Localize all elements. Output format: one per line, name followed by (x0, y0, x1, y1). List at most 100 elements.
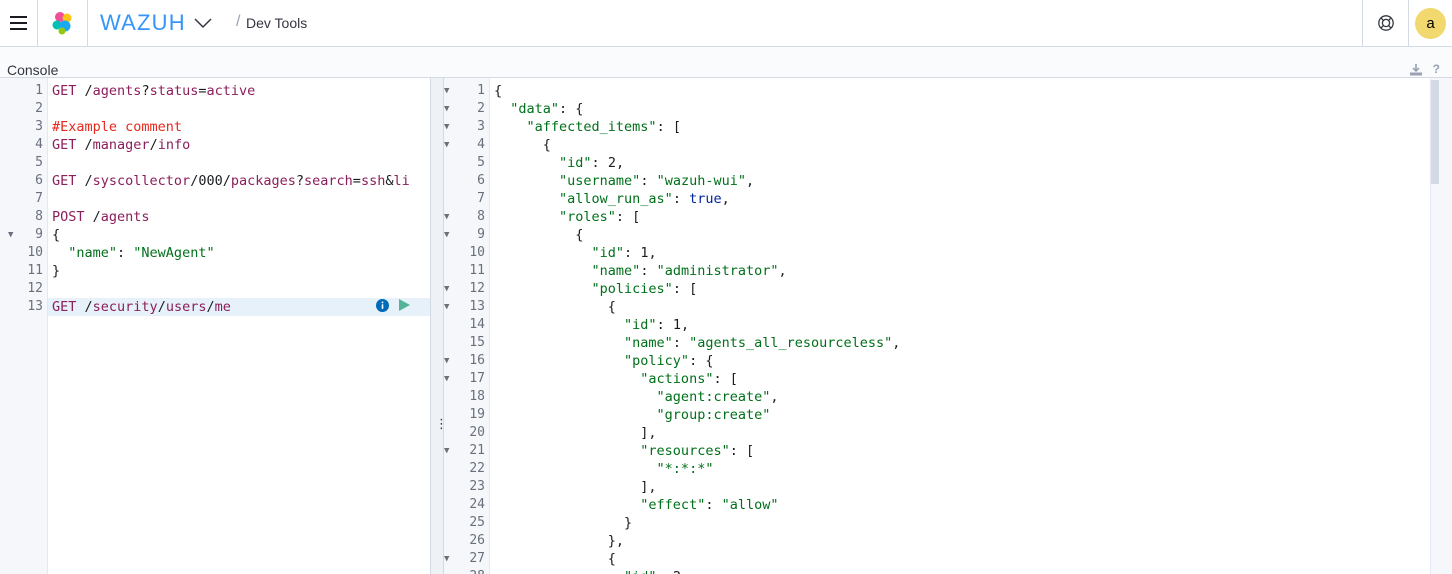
code-token: : (640, 173, 657, 189)
code-token: packages (230, 173, 296, 189)
home-logo-button[interactable] (38, 0, 88, 46)
code-token: "id" (494, 245, 625, 261)
line-number: 3 (35, 119, 43, 134)
code-line[interactable]: } (494, 514, 632, 532)
code-token: users (165, 299, 207, 315)
line-number: 8 (35, 209, 43, 224)
code-line[interactable]: ], (494, 478, 656, 496)
code-line[interactable]: "id": 1, (494, 244, 657, 262)
resize-handle[interactable]: ⋮ (430, 78, 448, 574)
code-token: : [ (729, 443, 755, 459)
code-token: : (117, 245, 134, 261)
info-icon[interactable] (376, 298, 389, 312)
code-line[interactable]: "policy": { (494, 352, 713, 370)
code-line[interactable]: "name": "administrator", (494, 262, 787, 280)
code-line[interactable]: "group:create" (494, 406, 771, 424)
code-line[interactable]: "agent:create", (494, 388, 779, 406)
code-line[interactable]: { (494, 550, 616, 568)
code-token: = (198, 83, 207, 99)
code-line[interactable]: "data": { (494, 100, 583, 118)
help-button[interactable] (1362, 0, 1408, 46)
code-token: "data" (494, 101, 560, 117)
code-token: agents (100, 209, 150, 225)
code-token: #Example comment (52, 119, 183, 135)
code-line[interactable]: "name": "agents_all_resourceless", (494, 334, 900, 352)
code-line[interactable]: { (494, 298, 616, 316)
brand-name: WAZUH (100, 10, 186, 35)
brand-menu[interactable]: WAZUH (100, 0, 212, 46)
response-scrollbar-thumb[interactable] (1431, 80, 1439, 184)
code-line[interactable]: POST /agents (52, 208, 150, 226)
code-line[interactable]: #Example comment (52, 118, 182, 136)
user-menu-button[interactable]: a (1408, 0, 1452, 46)
line-number: 1 (477, 83, 485, 98)
code-token: "NewAgent" (133, 245, 215, 261)
code-token: ], (494, 425, 657, 441)
code-token: }, (494, 533, 625, 549)
line-number: 13 (27, 299, 43, 314)
menu-button[interactable] (0, 0, 38, 46)
line-number: 11 (469, 263, 485, 278)
devtools-toolbar: Console ? (0, 47, 1452, 78)
code-line[interactable]: { (494, 136, 551, 154)
code-token: , (615, 155, 625, 171)
code-token: search (304, 173, 353, 189)
code-line[interactable]: "effect": "allow" (494, 496, 778, 514)
code-line[interactable]: { (52, 226, 60, 244)
line-number: 4 (35, 137, 43, 152)
code-line[interactable]: }, (494, 532, 624, 550)
line-number: 28 (444, 568, 485, 574)
code-token: GET (52, 173, 77, 189)
code-line[interactable]: "policies": [ (494, 280, 698, 298)
response-editor[interactable]: ▼ 1{▼ 2 "data": {▼ 3 "affected_items": [▼ 4 … (444, 78, 1430, 574)
code-line[interactable]: ], (494, 424, 657, 442)
avatar: a (1415, 7, 1446, 39)
code-token: ssh (360, 173, 386, 189)
line-number: 9 (477, 227, 485, 242)
line-number: 24 (469, 497, 485, 512)
code-token: / (157, 299, 166, 315)
line-number: 14 (469, 317, 485, 332)
code-line[interactable]: "id": 2, (494, 154, 624, 172)
line-number: 11 (27, 263, 43, 278)
code-token: "effect" (494, 497, 706, 513)
code-line[interactable]: GET /syscollector/000/packages?search=ss… (52, 172, 410, 190)
line-number: 5 (477, 155, 485, 170)
code-line[interactable]: "id": 1, (494, 316, 689, 334)
code-line[interactable]: "id": 2 (494, 568, 681, 574)
code-token: { (494, 551, 616, 567)
code-line[interactable]: "name": "NewAgent" (52, 244, 215, 262)
code-line[interactable]: "*:*:*" (494, 460, 714, 478)
download-icon[interactable] (1409, 63, 1423, 76)
line-number: 4 (477, 137, 485, 152)
code-line[interactable]: "username": "wazuh-wui", (494, 172, 754, 190)
code-token: : (624, 245, 641, 261)
code-line[interactable]: { (494, 82, 502, 100)
lifebuoy-icon (1377, 15, 1394, 31)
code-line[interactable]: "allow_run_as": true, (494, 190, 730, 208)
code-line[interactable]: { (494, 226, 583, 244)
chevron-down-icon (194, 17, 212, 29)
request-editor[interactable]: 1 GET /agents?status=active 2 3 #Example com… (0, 78, 430, 574)
code-line[interactable]: "actions": [ (494, 370, 738, 388)
code-token: : (672, 191, 690, 207)
help-question-button[interactable]: ? (1433, 62, 1440, 76)
code-token: { (494, 227, 584, 243)
code-token: "id" (494, 317, 657, 333)
code-line[interactable]: GET /agents?status=active (52, 82, 255, 100)
code-line[interactable]: } (52, 262, 60, 280)
code-token: } (52, 263, 61, 279)
code-token: GET (52, 83, 77, 99)
code-token: security (92, 299, 158, 315)
code-line[interactable]: "affected_items": [ (494, 118, 681, 136)
play-icon[interactable] (398, 298, 411, 312)
code-line[interactable]: "roles": [ (494, 208, 640, 226)
code-token: "id" (494, 569, 657, 574)
code-line[interactable]: "resources": [ (494, 442, 754, 460)
code-line[interactable]: GET /security/users/me (52, 298, 231, 316)
line-number: 18 (469, 389, 485, 404)
code-token: "policies" (494, 281, 673, 297)
code-line[interactable]: GET /manager/info (52, 136, 190, 154)
tab-console[interactable]: Console (7, 62, 58, 78)
code-token: "affected_items" (494, 119, 657, 135)
